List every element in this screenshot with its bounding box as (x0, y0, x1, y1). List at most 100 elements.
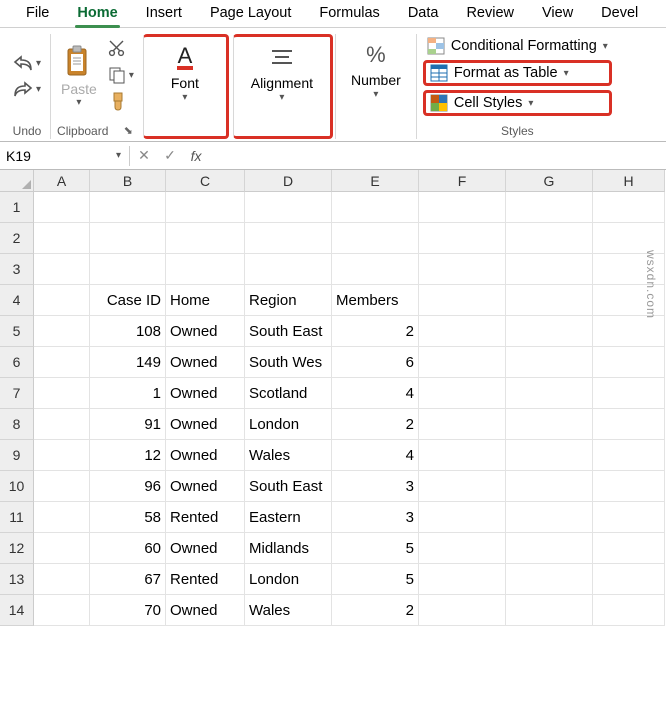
cell[interactable] (593, 192, 665, 223)
row-header[interactable]: 6 (0, 347, 34, 378)
cell[interactable] (506, 378, 593, 409)
cell[interactable] (332, 192, 419, 223)
cell[interactable]: 5 (332, 533, 419, 564)
cell[interactable] (593, 440, 665, 471)
cell[interactable]: Owned (166, 533, 245, 564)
cell[interactable] (419, 285, 506, 316)
row-header[interactable]: 11 (0, 502, 34, 533)
cell[interactable]: 108 (90, 316, 166, 347)
cell[interactable] (419, 471, 506, 502)
row-header[interactable]: 7 (0, 378, 34, 409)
cell[interactable]: Case ID (90, 285, 166, 316)
tab-formulas[interactable]: Formulas (305, 2, 393, 27)
cell[interactable] (90, 223, 166, 254)
cell[interactable]: 4 (332, 440, 419, 471)
cell[interactable] (506, 254, 593, 285)
cell[interactable] (34, 595, 90, 626)
cell[interactable]: 1 (90, 378, 166, 409)
cell[interactable]: 149 (90, 347, 166, 378)
row-header[interactable]: 9 (0, 440, 34, 471)
conditional-formatting-button[interactable]: Conditional Formatting ▾ (423, 36, 612, 56)
cell[interactable] (34, 502, 90, 533)
cell[interactable] (419, 409, 506, 440)
number-button[interactable]: % Number ▾ (342, 34, 410, 102)
cell[interactable] (419, 595, 506, 626)
cell[interactable] (34, 254, 90, 285)
row-header[interactable]: 14 (0, 595, 34, 626)
cell[interactable] (419, 223, 506, 254)
cell[interactable]: 60 (90, 533, 166, 564)
cell[interactable] (506, 192, 593, 223)
cell[interactable] (593, 502, 665, 533)
cell[interactable]: 5 (332, 564, 419, 595)
cell[interactable]: Owned (166, 595, 245, 626)
cell[interactable] (506, 471, 593, 502)
cell[interactable] (34, 223, 90, 254)
cell[interactable] (34, 192, 90, 223)
cell[interactable] (34, 316, 90, 347)
cell[interactable] (245, 223, 332, 254)
cell[interactable] (34, 409, 90, 440)
cell[interactable] (593, 347, 665, 378)
undo-button[interactable]: ▾ (12, 54, 42, 72)
cell[interactable] (34, 285, 90, 316)
cell[interactable]: 67 (90, 564, 166, 595)
cell[interactable]: London (245, 564, 332, 595)
cell[interactable]: 6 (332, 347, 419, 378)
cell[interactable]: 70 (90, 595, 166, 626)
cell[interactable]: Members (332, 285, 419, 316)
row-header[interactable]: 8 (0, 409, 34, 440)
row-header[interactable]: 1 (0, 192, 34, 223)
cell[interactable]: 12 (90, 440, 166, 471)
column-header[interactable]: C (166, 170, 245, 192)
cell[interactable] (419, 378, 506, 409)
column-header[interactable]: H (593, 170, 665, 192)
cell[interactable] (419, 316, 506, 347)
row-header[interactable]: 10 (0, 471, 34, 502)
cell[interactable]: South East (245, 316, 332, 347)
cell[interactable]: Wales (245, 440, 332, 471)
cell[interactable]: Home (166, 285, 245, 316)
cell[interactable] (506, 316, 593, 347)
cell[interactable] (593, 471, 665, 502)
column-header[interactable]: E (332, 170, 419, 192)
paste-button[interactable]: Paste ▾ (57, 45, 101, 108)
format-painter-button[interactable] (107, 91, 135, 113)
select-all-corner[interactable] (0, 170, 34, 192)
alignment-button[interactable]: Alignment ▾ (240, 37, 324, 105)
cell[interactable] (419, 440, 506, 471)
tab-insert[interactable]: Insert (132, 2, 196, 27)
cell[interactable]: Region (245, 285, 332, 316)
tab-data[interactable]: Data (394, 2, 453, 27)
cell[interactable]: 3 (332, 471, 419, 502)
worksheet-grid[interactable]: ABCDEFGH 1234Case IDHomeRegionMembers510… (0, 170, 666, 626)
redo-button[interactable]: ▾ (12, 80, 42, 98)
cell[interactable] (506, 409, 593, 440)
cell[interactable]: Scotland (245, 378, 332, 409)
cell[interactable] (593, 533, 665, 564)
cell[interactable]: 4 (332, 378, 419, 409)
cell[interactable] (506, 533, 593, 564)
cell[interactable]: 96 (90, 471, 166, 502)
column-header[interactable]: F (419, 170, 506, 192)
tab-view[interactable]: View (528, 2, 587, 27)
cell[interactable]: South East (245, 471, 332, 502)
row-header[interactable]: 2 (0, 223, 34, 254)
row-header[interactable]: 3 (0, 254, 34, 285)
row-header[interactable]: 12 (0, 533, 34, 564)
cell[interactable] (166, 192, 245, 223)
insert-function-button[interactable]: fx (183, 148, 209, 164)
cell[interactable]: Midlands (245, 533, 332, 564)
cell[interactable] (419, 564, 506, 595)
cell[interactable] (245, 254, 332, 285)
cell[interactable]: Rented (166, 564, 245, 595)
cell[interactable] (506, 564, 593, 595)
row-header[interactable]: 13 (0, 564, 34, 595)
cancel-formula-button[interactable]: ✕ (131, 147, 157, 164)
cut-button[interactable] (107, 39, 135, 59)
cell[interactable] (419, 502, 506, 533)
cell[interactable] (90, 192, 166, 223)
name-box-input[interactable] (0, 146, 108, 166)
cell[interactable]: Eastern (245, 502, 332, 533)
cell[interactable] (419, 192, 506, 223)
